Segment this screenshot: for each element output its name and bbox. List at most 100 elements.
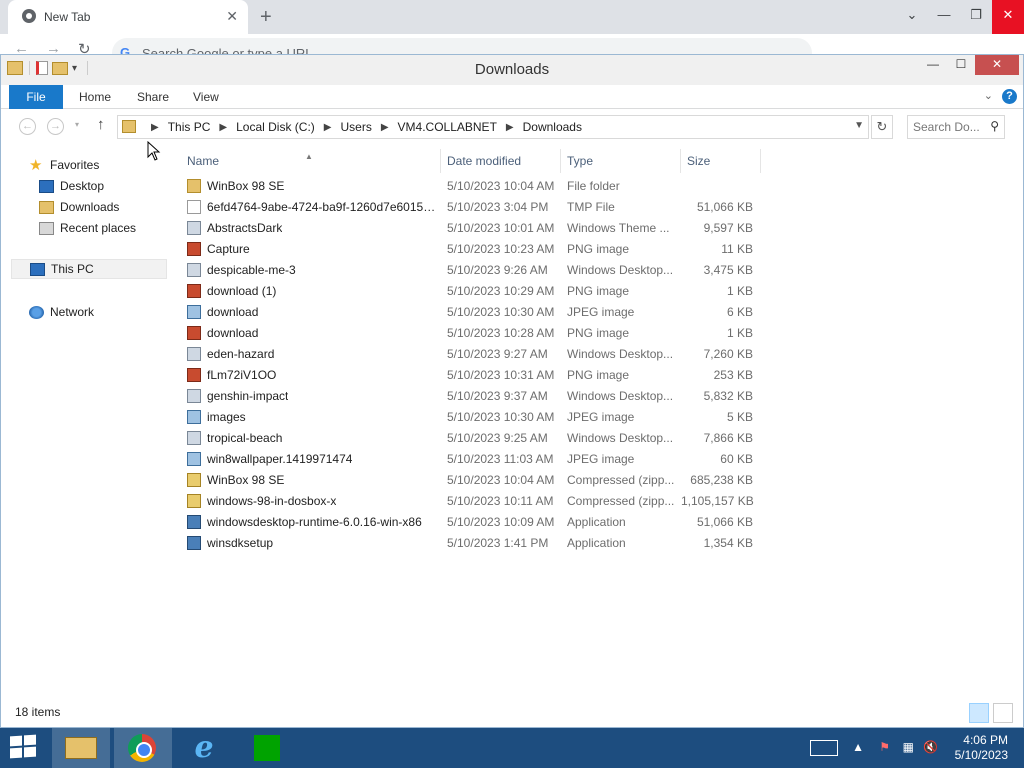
back-button[interactable]: ←: [19, 118, 36, 135]
star-icon: ★: [29, 156, 43, 174]
chrome-minimize-button[interactable]: —: [928, 0, 960, 34]
forward-button[interactable]: →: [47, 118, 64, 135]
file-row[interactable]: images 5/10/2023 10:30 AM JPEG image 5 KB: [181, 407, 781, 428]
nav-desktop[interactable]: Desktop: [39, 176, 104, 196]
ribbon-tab-file[interactable]: File: [9, 85, 63, 109]
taskbar-file-explorer[interactable]: [52, 728, 110, 768]
ribbon-tab-home[interactable]: Home: [67, 85, 123, 109]
taskbar-store[interactable]: [238, 728, 296, 768]
chrome-toolbar: ← → ↻ G Search Google or type a URL: [0, 34, 1024, 68]
network-tray-icon[interactable]: ▦: [903, 740, 914, 754]
file-row[interactable]: win8wallpaper.1419971474 5/10/2023 11:03 …: [181, 449, 781, 470]
address-bar[interactable]: ▶ This PC ▶ Local Disk (C:) ▶ Users ▶ VM…: [117, 115, 869, 139]
breadcrumb-downloads[interactable]: Downloads: [523, 120, 582, 134]
column-header-type[interactable]: Type: [561, 149, 681, 173]
taskbar-chrome[interactable]: [114, 728, 172, 768]
file-type: PNG image: [567, 284, 630, 298]
mouse-cursor-icon: [147, 141, 161, 161]
chrome-new-tab-icon[interactable]: +: [260, 6, 272, 29]
file-row[interactable]: windowsdesktop-runtime-6.0.16-win-x86 5/1…: [181, 512, 781, 533]
nav-favorites[interactable]: ★ Favorites: [29, 155, 99, 175]
file-date-modified: 5/10/2023 9:25 AM: [447, 431, 548, 445]
start-button[interactable]: [10, 734, 38, 760]
minimize-button[interactable]: —: [919, 55, 947, 75]
file-row[interactable]: AbstractsDark 5/10/2023 10:01 AM Windows T…: [181, 218, 781, 239]
chrome-icon: [128, 734, 156, 762]
file-name: download: [207, 326, 259, 340]
file-size: 51,066 KB: [696, 515, 753, 529]
breadcrumb-separator-icon[interactable]: ▶: [151, 122, 159, 133]
nav-recent-places[interactable]: Recent places: [39, 218, 136, 238]
ribbon-tab-view[interactable]: View: [181, 85, 231, 109]
up-arrow-icon[interactable]: ↑: [97, 116, 105, 133]
chrome-tab-title: New Tab: [44, 10, 91, 24]
breadcrumb-separator-icon[interactable]: ▶: [219, 122, 227, 133]
file-size: 7,260 KB: [703, 347, 753, 361]
file-name: tropical-beach: [207, 431, 283, 445]
column-header-name[interactable]: Name ▲: [181, 149, 441, 173]
file-size: 1,354 KB: [703, 536, 753, 550]
file-row[interactable]: genshin-impact 5/10/2023 9:37 AM Windows D…: [181, 386, 781, 407]
file-type: Windows Theme ...: [567, 221, 670, 235]
action-center-icon[interactable]: ⚑: [879, 740, 890, 754]
file-date-modified: 5/10/2023 10:04 AM: [447, 179, 555, 193]
file-row[interactable]: windows-98-in-dosbox-x 5/10/2023 10:11 AM…: [181, 491, 781, 512]
file-name: 6efd4764-9abe-4724-ba9f-1260d7e6015b....: [207, 200, 437, 214]
column-header-size[interactable]: Size: [681, 149, 761, 173]
expand-ribbon-icon[interactable]: ⌄: [984, 89, 993, 102]
refresh-button[interactable]: ↻: [871, 115, 893, 139]
breadcrumb-user[interactable]: VM4.COLLABNET: [398, 120, 497, 134]
breadcrumb-separator-icon[interactable]: ▶: [506, 122, 514, 133]
nav-network[interactable]: Network: [29, 302, 94, 322]
column-header-date[interactable]: Date modified: [441, 149, 561, 173]
file-row[interactable]: winsdksetup 5/10/2023 1:41 PM Application 1…: [181, 533, 781, 554]
maximize-button[interactable]: ☐: [947, 55, 975, 75]
jpg-icon: [187, 452, 201, 466]
taskbar-internet-explorer[interactable]: e: [176, 728, 234, 768]
help-icon[interactable]: ?: [1002, 89, 1017, 104]
file-date-modified: 5/10/2023 10:11 AM: [447, 494, 554, 508]
breadcrumb-this-pc[interactable]: This PC: [168, 120, 211, 134]
file-row[interactable]: Capture 5/10/2023 10:23 AM PNG image 11 KB: [181, 239, 781, 260]
breadcrumb-local-disk[interactable]: Local Disk (C:): [236, 120, 315, 134]
breadcrumb-separator-icon[interactable]: ▶: [324, 122, 332, 133]
show-hidden-icons-icon[interactable]: ▲: [852, 740, 864, 754]
file-row[interactable]: despicable-me-3 5/10/2023 9:26 AM Windows …: [181, 260, 781, 281]
clock[interactable]: 4:06 PM 5/10/2023: [955, 733, 1008, 763]
file-row[interactable]: fLm72iV1OO 5/10/2023 10:31 AM PNG image 253…: [181, 365, 781, 386]
search-placeholder: Search Do...: [913, 120, 980, 134]
file-row[interactable]: 6efd4764-9abe-4724-ba9f-1260d7e6015b....…: [181, 197, 781, 218]
breadcrumb-separator-icon[interactable]: ▶: [381, 122, 389, 133]
chrome-maximize-button[interactable]: ❐: [960, 0, 992, 34]
recent-places-icon: [39, 221, 54, 235]
file-size: 685,238 KB: [690, 473, 753, 487]
breadcrumb-users[interactable]: Users: [340, 120, 371, 134]
chrome-tab-search-icon[interactable]: ⌄: [896, 0, 928, 34]
chrome-close-button[interactable]: ✕: [992, 0, 1024, 34]
ribbon-tab-share[interactable]: Share: [125, 85, 181, 109]
recent-locations-icon[interactable]: ▾: [75, 120, 79, 129]
large-icons-view-icon[interactable]: [993, 703, 1013, 723]
file-name: Capture: [207, 242, 250, 256]
volume-muted-icon[interactable]: 🔇: [923, 740, 938, 754]
file-row[interactable]: eden-hazard 5/10/2023 9:27 AM Windows Desk…: [181, 344, 781, 365]
file-row[interactable]: download 5/10/2023 10:30 AM JPEG image 6 KB: [181, 302, 781, 323]
file-row[interactable]: tropical-beach 5/10/2023 9:25 AM Windows D…: [181, 428, 781, 449]
chrome-tabbar: New Tab ✕ + ⌄ — ❐ ✕: [0, 0, 1024, 34]
file-type: File folder: [567, 179, 620, 193]
search-input[interactable]: Search Do... ⚲: [907, 115, 1005, 139]
file-row[interactable]: download 5/10/2023 10:28 AM PNG image 1 KB: [181, 323, 781, 344]
address-dropdown-icon[interactable]: ▼: [854, 120, 864, 131]
file-row[interactable]: download (1) 5/10/2023 10:29 AM PNG image 1…: [181, 281, 781, 302]
file-row[interactable]: WinBox 98 SE 5/10/2023 10:04 AM Compressed…: [181, 470, 781, 491]
file-row[interactable]: WinBox 98 SE 5/10/2023 10:04 AM File folde…: [181, 176, 781, 197]
file-type: Windows Desktop...: [567, 389, 674, 403]
nav-this-pc[interactable]: This PC: [11, 259, 167, 279]
details-view-icon[interactable]: [969, 703, 989, 723]
keyboard-icon[interactable]: [810, 740, 838, 756]
nav-downloads[interactable]: Downloads: [39, 197, 119, 217]
chrome-tab-new-tab[interactable]: New Tab ✕: [8, 0, 248, 34]
file-date-modified: 5/10/2023 10:29 AM: [447, 284, 555, 298]
close-button[interactable]: ✕: [975, 55, 1019, 75]
chrome-tab-close-icon[interactable]: ✕: [226, 8, 238, 25]
